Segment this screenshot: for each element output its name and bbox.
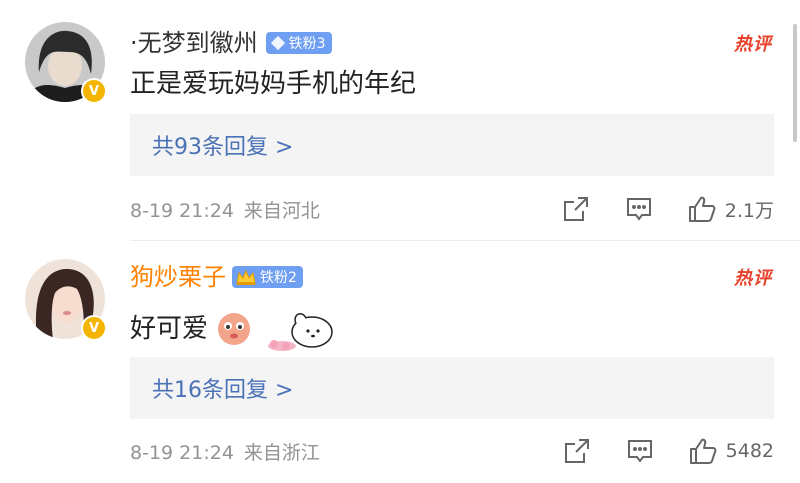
hot-comment-badge: 热评 bbox=[734, 268, 772, 289]
username[interactable]: ·无梦到徽州 bbox=[130, 27, 258, 59]
fan-badge[interactable]: 铁粉2 bbox=[232, 266, 303, 288]
scrollbar[interactable] bbox=[793, 24, 797, 142]
comment-location: 来自河北 bbox=[243, 199, 320, 222]
meta-info: 8-19 21:24 来自河北 bbox=[130, 196, 320, 223]
divider bbox=[130, 240, 800, 241]
comment-icon[interactable] bbox=[625, 436, 655, 466]
username[interactable]: 狗炒栗子 bbox=[130, 261, 226, 293]
comment-date: 8-19 21:24 bbox=[130, 441, 234, 464]
meta-row: 8-19 21:24 来自浙江 5482 bbox=[130, 433, 774, 469]
fan-badge-label: 铁粉2 bbox=[260, 270, 297, 286]
name-row: ·无梦到徽州 铁粉3 bbox=[130, 27, 332, 59]
name-row: 狗炒栗子 铁粉2 bbox=[130, 261, 303, 293]
pochacco-sticker-icon bbox=[268, 313, 333, 351]
action-bar: 2.1万 bbox=[561, 191, 774, 227]
meta-row: 8-19 21:24 来自河北 2.1万 bbox=[130, 191, 774, 227]
like-count: 5482 bbox=[725, 440, 774, 462]
comment-content: 好可爱 bbox=[130, 304, 342, 354]
comment-text: 好可爱 bbox=[130, 314, 209, 344]
avatar[interactable]: V bbox=[25, 22, 107, 104]
diamond-icon bbox=[270, 35, 285, 51]
crown-icon bbox=[236, 269, 256, 285]
like-icon[interactable] bbox=[687, 194, 717, 224]
share-icon[interactable] bbox=[562, 436, 592, 466]
comment-location: 来自浙江 bbox=[243, 441, 320, 464]
comment-item: V ·无梦到徽州 铁粉3 热评 正是爱玩妈妈手机的年纪 共93条回复 > 8-1… bbox=[0, 0, 800, 240]
like-count: 2.1万 bbox=[724, 199, 774, 222]
hot-comment-badge: 热评 bbox=[734, 34, 772, 55]
comment-date: 8-19 21:24 bbox=[130, 199, 234, 222]
cute-emoji-icon bbox=[218, 313, 251, 345]
comment-item: V 狗炒栗子 铁粉2 热评 好可爱 共16条回复 > 8-19 21:24 来自… bbox=[0, 242, 800, 483]
action-bar: 5482 bbox=[562, 433, 774, 469]
fan-badge-label: 铁粉3 bbox=[288, 36, 326, 52]
verified-icon: V bbox=[81, 315, 107, 341]
verified-icon: V bbox=[81, 78, 107, 104]
replies-link[interactable]: 共93条回复 > bbox=[130, 114, 774, 176]
replies-link[interactable]: 共16条回复 > bbox=[130, 357, 774, 419]
comment-text: 正是爱玩妈妈手机的年纪 bbox=[130, 69, 417, 99]
comment-icon[interactable] bbox=[624, 194, 654, 224]
avatar[interactable]: V bbox=[25, 259, 107, 341]
fan-badge[interactable]: 铁粉3 bbox=[265, 32, 332, 54]
share-icon[interactable] bbox=[561, 194, 591, 224]
meta-info: 8-19 21:24 来自浙江 bbox=[130, 438, 320, 465]
like-icon[interactable] bbox=[688, 436, 718, 466]
